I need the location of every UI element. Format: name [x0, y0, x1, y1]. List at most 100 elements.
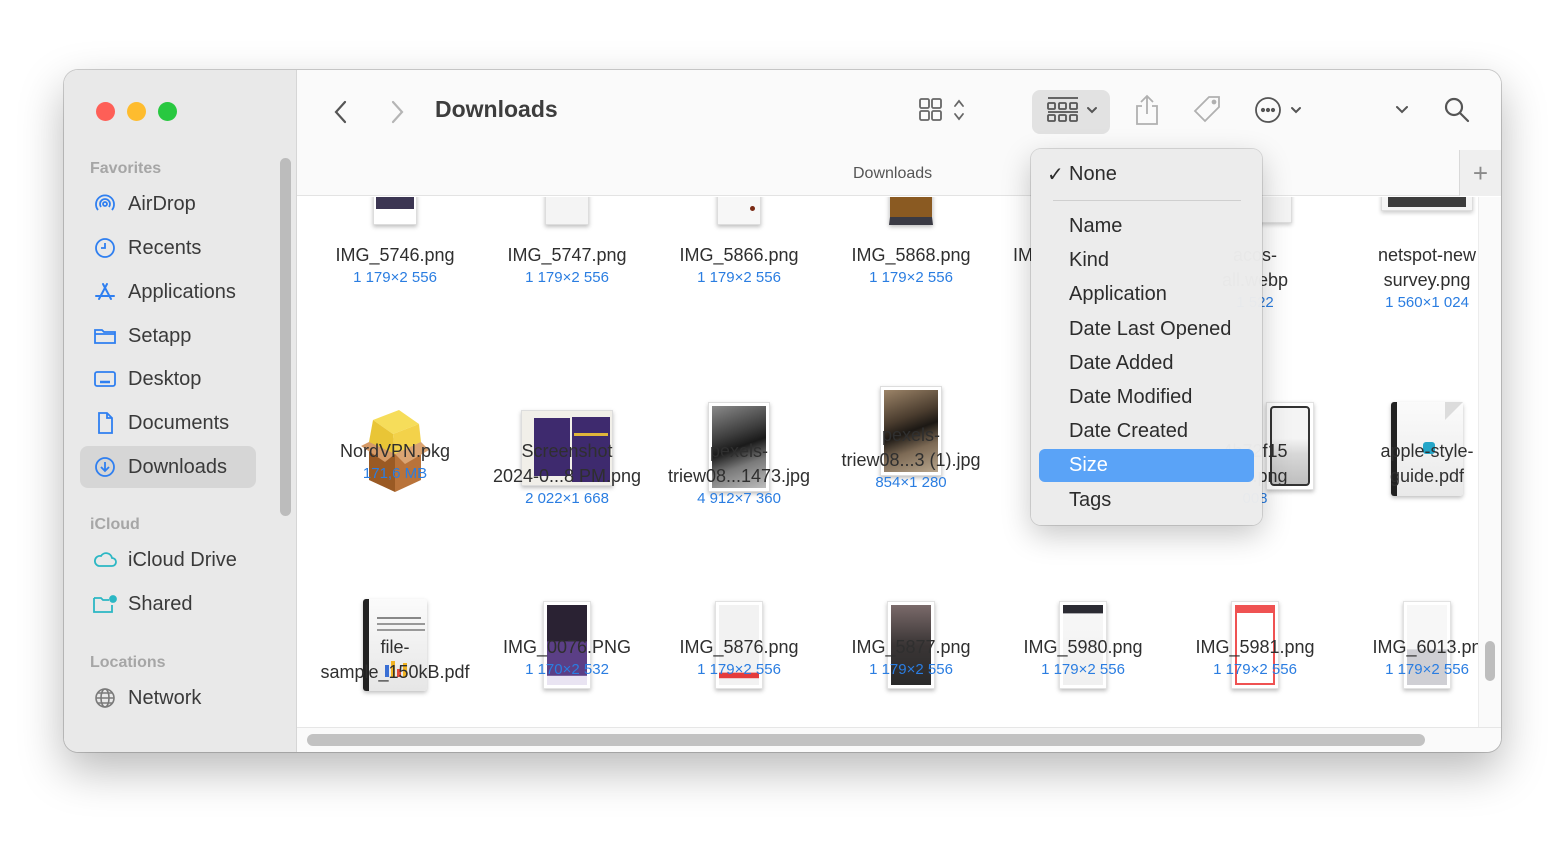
menu-item-date-last-opened[interactable]: Date Last Opened	[1039, 313, 1254, 346]
minimize-button[interactable]	[127, 102, 146, 121]
group-by-icon	[1036, 95, 1106, 130]
tag-button[interactable]	[1190, 94, 1224, 130]
menu-item-tags[interactable]: Tags	[1039, 484, 1254, 517]
menu-separator	[1053, 200, 1241, 201]
sidebar-item-airdrop[interactable]: AirDrop	[80, 183, 256, 225]
sidebar-item-setapp[interactable]: Setapp	[80, 315, 256, 357]
sidebar-item-label: AirDrop	[128, 192, 196, 215]
horizontal-scroll-track[interactable]	[297, 727, 1501, 752]
menu-item-size[interactable]: Size	[1039, 449, 1254, 482]
file-name: IMG_6013.pn	[1372, 637, 1478, 657]
plus-icon: +	[1472, 157, 1489, 188]
file-meta: 1 179×2 556	[1385, 661, 1469, 678]
sidebar-item-shared[interactable]: Shared	[80, 583, 256, 625]
sidebar-item-label: Documents	[128, 411, 230, 434]
sidebar-item-downloads[interactable]: Downloads	[80, 446, 256, 488]
sidebar-item-recents[interactable]: Recents	[80, 227, 256, 269]
sidebar-item-applications[interactable]: Applications	[80, 271, 256, 313]
menu-item-label: Date Modified	[1069, 386, 1193, 408]
sidebar-item-network[interactable]: Network	[80, 677, 256, 719]
file-meta: 1 179×2 556	[1041, 661, 1125, 678]
vertical-scroll-track[interactable]	[1478, 197, 1501, 727]
file-name-line2: survey.png	[1383, 270, 1471, 290]
zoom-button[interactable]	[158, 102, 177, 121]
shared-folder-icon	[92, 591, 118, 617]
tag-icon	[1191, 94, 1223, 131]
sidebar-item-label: Applications	[128, 280, 236, 303]
file-meta: 1 179×2 556	[697, 269, 781, 286]
sidebar-section-locations: Locations	[90, 654, 166, 671]
cloud-icon	[92, 547, 118, 573]
sidebar-item-label: Downloads	[128, 455, 227, 478]
file-name: IMG_5866.png	[679, 245, 799, 265]
menu-item-name[interactable]: Name	[1039, 210, 1254, 243]
menu-item-date-added[interactable]: Date Added	[1039, 347, 1254, 380]
forward-button[interactable]	[383, 94, 411, 130]
file-meta: 4 912×7 360	[697, 490, 781, 507]
horizontal-scrollbar-thumb[interactable]	[307, 734, 1425, 746]
search-icon	[1443, 96, 1471, 129]
file-name: IMG_5747.png	[507, 245, 627, 265]
overflow-chevron-button[interactable]	[1389, 94, 1415, 130]
chevron-down-icon	[1394, 103, 1410, 121]
back-button[interactable]	[327, 94, 355, 130]
file-meta: 2 022×1 668	[525, 490, 609, 507]
folder-icon	[92, 323, 118, 349]
file-meta: 171,6 MB	[362, 465, 428, 482]
share-button[interactable]	[1132, 94, 1162, 130]
new-tab-button[interactable]: +	[1459, 150, 1501, 196]
file-meta: 1 170×2 532	[525, 661, 609, 678]
finder-window: Favorites AirDrop Recents Applications S…	[64, 70, 1501, 752]
toolbar: Downloads	[297, 70, 1501, 150]
clock-icon	[92, 235, 118, 261]
close-button[interactable]	[96, 102, 115, 121]
file-name: IMG_5877.png	[851, 637, 971, 657]
icon-view-grid-icon	[914, 96, 972, 129]
applications-icon	[92, 279, 118, 305]
file-meta: 1 179×2 556	[869, 269, 953, 286]
menu-item-label: Date Created	[1069, 420, 1188, 442]
file-meta: 1 179×2 556	[869, 661, 953, 678]
sidebar-item-documents[interactable]: Documents	[80, 402, 256, 444]
checkmark-icon: ✓	[1047, 164, 1064, 186]
desktop-icon	[92, 366, 118, 392]
sidebar-item-label: Recents	[128, 236, 202, 259]
file-name: IMG_5868.png	[851, 245, 971, 265]
sidebar-item-desktop[interactable]: Desktop	[80, 358, 256, 400]
file-name: pexels-	[709, 441, 769, 461]
menu-item-date-created[interactable]: Date Created	[1039, 415, 1254, 448]
group-by-button[interactable]	[1032, 90, 1110, 134]
search-button[interactable]	[1437, 94, 1477, 130]
file-name: netspot-new	[1377, 245, 1477, 265]
download-icon	[92, 454, 118, 480]
sidebar-item-icloud-drive[interactable]: iCloud Drive	[80, 539, 256, 581]
menu-item-label: None	[1069, 163, 1117, 185]
file-grid: IMG_5746.png 1 179×2 556 IMG_5747.png 1 …	[297, 197, 1478, 727]
document-icon	[92, 410, 118, 436]
menu-item-label: Tags	[1069, 489, 1112, 511]
file-name-line2: sample_150kB.pdf	[320, 662, 470, 682]
sidebar-item-label: Desktop	[128, 367, 202, 390]
sidebar-scrollbar[interactable]	[280, 158, 291, 516]
file-name: apple-style-	[1380, 441, 1474, 461]
menu-item-label: Date Added	[1069, 352, 1174, 374]
share-icon	[1134, 94, 1160, 131]
menu-item-kind[interactable]: Kind	[1039, 244, 1254, 277]
sidebar-item-label: Network	[128, 686, 202, 709]
menu-item-label: Size	[1069, 454, 1108, 476]
menu-item-date-modified[interactable]: Date Modified	[1039, 381, 1254, 414]
file-meta: 1 560×1 024	[1385, 294, 1469, 311]
vertical-scrollbar-thumb[interactable]	[1485, 641, 1495, 681]
more-actions-button[interactable]	[1252, 94, 1312, 130]
file-meta: 1 179×2 556	[525, 269, 609, 286]
view-options-button[interactable]	[912, 94, 974, 130]
more-actions-icon	[1254, 96, 1310, 129]
path-bar-label: Downloads	[853, 165, 933, 182]
menu-item-application[interactable]: Application	[1039, 278, 1254, 311]
window-title: Downloads	[435, 96, 558, 122]
window-controls	[96, 102, 177, 121]
file-name: file-	[380, 637, 410, 657]
path-bar: Downloads +	[297, 150, 1501, 196]
file-name: IMG_5746.png	[335, 245, 455, 265]
menu-item-none[interactable]: ✓ None	[1039, 158, 1254, 191]
